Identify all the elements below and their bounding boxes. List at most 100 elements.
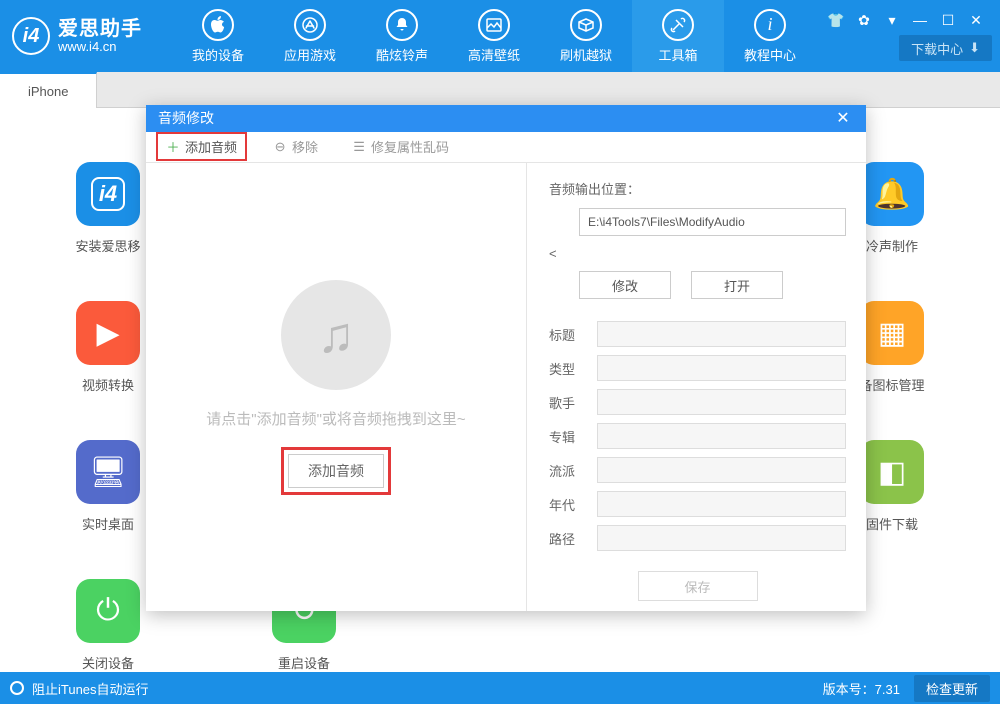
field-label: 专辑 (549, 427, 583, 446)
add-file-icon: ＋ (166, 140, 180, 154)
nav-tutorials[interactable]: i 教程中心 (724, 0, 816, 72)
status-indicator-icon (10, 681, 24, 695)
nav-label: 酷炫铃声 (376, 45, 428, 64)
nav-label: 高清壁纸 (468, 45, 520, 64)
field-label: 路径 (549, 529, 583, 548)
album-input[interactable] (597, 423, 846, 449)
minimize-icon[interactable]: — (910, 11, 930, 29)
remove-icon: ⊖ (273, 140, 287, 154)
field-label: 歌手 (549, 393, 583, 412)
modify-path-button[interactable]: 修改 (579, 271, 671, 299)
i4-icon: i4 (76, 162, 140, 226)
add-audio-label: 添加音频 (185, 137, 237, 156)
download-center-button[interactable]: 下载中心 ⬇ (899, 35, 992, 61)
nav-wallpapers[interactable]: 高清壁纸 (448, 0, 540, 72)
download-center-label: 下载中心 (911, 39, 963, 58)
cube-icon: ◧ (860, 440, 924, 504)
field-label: 年代 (549, 495, 583, 514)
dialog-title: 音频修改 (158, 108, 214, 128)
fix-icon: ☰ (352, 140, 366, 154)
info-icon: i (754, 9, 786, 41)
maximize-icon[interactable]: ☐ (938, 11, 958, 29)
output-buttons: 修改 打开 (579, 271, 846, 299)
tool-install[interactable]: i4 安装爱思移 (60, 162, 156, 255)
dialog-body: ♫ 请点击"添加音频"或将音频拖拽到这里~ 添加音频 音频输出位置： E:\i4… (146, 163, 866, 611)
window-controls: 👕 ✿ ▾ — ☐ ✕ (826, 11, 992, 29)
status-bar: 阻止iTunes自动运行 版本号：7.31 检查更新 (0, 672, 1000, 704)
main-nav: 我的设备 应用游戏 酷炫铃声 高清壁纸 刷机越狱 工具箱 i 教程中心 (172, 0, 816, 72)
type-input[interactable] (597, 355, 846, 381)
save-button[interactable]: 保存 (638, 571, 758, 601)
fix-encoding-button[interactable]: ☰ 修复属性乱码 (344, 134, 457, 159)
field-year: 年代 (549, 491, 846, 517)
remove-button[interactable]: ⊖ 移除 (265, 134, 326, 159)
path-input[interactable] (597, 525, 846, 551)
power-icon: ⏻ (76, 579, 140, 643)
tool-label: 备图标管理 (859, 375, 924, 394)
app-header: i4 爱思助手 www.i4.cn 我的设备 应用游戏 酷炫铃声 高清壁纸 刷机… (0, 0, 1000, 72)
open-path-button[interactable]: 打开 (691, 271, 783, 299)
tool-label: 冷声制作 (866, 236, 918, 255)
download-icon: ⬇ (969, 40, 980, 56)
header-right: 👕 ✿ ▾ — ☐ ✕ 下载中心 ⬇ (826, 11, 992, 61)
field-path: 路径 (549, 525, 846, 551)
nav-label: 我的设备 (192, 45, 244, 64)
field-label: 标题 (549, 325, 583, 344)
nav-ringtones[interactable]: 酷炫铃声 (356, 0, 448, 72)
app-logo: i4 爱思助手 www.i4.cn (12, 17, 142, 55)
output-section: 音频输出位置： E:\i4Tools7\Files\ModifyAudio < … (549, 179, 846, 299)
tab-iphone[interactable]: iPhone (0, 72, 97, 108)
nav-label: 刷机越狱 (560, 45, 612, 64)
nav-apps[interactable]: 应用游戏 (264, 0, 356, 72)
remove-label: 移除 (292, 137, 318, 156)
tool-label: 固件下载 (866, 514, 918, 533)
genre-input[interactable] (597, 457, 846, 483)
shirt-icon[interactable]: 👕 (826, 11, 846, 29)
form-area: 音频输出位置： E:\i4Tools7\Files\ModifyAudio < … (526, 163, 866, 611)
grid-icon: ▦ (860, 301, 924, 365)
tool-video-convert[interactable]: ▶ 视频转换 (60, 301, 156, 394)
play-icon: ▶ (76, 301, 140, 365)
drop-area[interactable]: ♫ 请点击"添加音频"或将音频拖拽到这里~ 添加音频 (146, 163, 526, 611)
dropdown-icon[interactable]: ▾ (882, 11, 902, 29)
close-icon[interactable]: ✕ (966, 11, 986, 29)
image-icon (478, 9, 510, 41)
nav-toolbox[interactable]: 工具箱 (632, 0, 724, 72)
logo-icon: i4 (12, 17, 50, 55)
version-text: 版本号：7.31 (823, 679, 900, 698)
tool-realtime-desktop[interactable]: 🖥 实时桌面 (60, 440, 156, 533)
settings-icon[interactable]: ✿ (854, 11, 874, 29)
tool-label: 重启设备 (278, 653, 330, 672)
tabs-bar: iPhone (0, 72, 1000, 108)
appstore-icon (294, 9, 326, 41)
dialog-titlebar: 音频修改 ✕ (146, 105, 866, 132)
add-audio-center-button[interactable]: 添加音频 (288, 454, 384, 488)
artist-input[interactable] (597, 389, 846, 415)
check-update-button[interactable]: 检查更新 (914, 675, 990, 702)
itunes-block-label[interactable]: 阻止iTunes自动运行 (32, 679, 149, 698)
box-icon (570, 9, 602, 41)
tool-label: 关闭设备 (82, 653, 134, 672)
nav-label: 工具箱 (658, 45, 697, 64)
output-label: 音频输出位置： (549, 179, 846, 198)
tool-shutdown[interactable]: ⏻ 关闭设备 (60, 579, 156, 672)
title-input[interactable] (597, 321, 846, 347)
logo-url: www.i4.cn (58, 40, 142, 54)
add-audio-highlight: 添加音频 (281, 447, 391, 495)
status-right: 版本号：7.31 检查更新 (823, 675, 990, 702)
apple-icon (202, 9, 234, 41)
field-artist: 歌手 (549, 389, 846, 415)
drop-hint-text: 请点击"添加音频"或将音频拖拽到这里~ (206, 408, 465, 429)
add-audio-button[interactable]: ＋ 添加音频 (156, 132, 247, 161)
bell-icon (386, 9, 418, 41)
nav-jailbreak[interactable]: 刷机越狱 (540, 0, 632, 72)
status-left: 阻止iTunes自动运行 (10, 679, 149, 698)
logo-title: 爱思助手 (58, 18, 142, 40)
dialog-close-button[interactable]: ✕ (832, 107, 854, 129)
field-title: 标题 (549, 321, 846, 347)
field-label: 类型 (549, 359, 583, 378)
nav-my-device[interactable]: 我的设备 (172, 0, 264, 72)
field-genre: 流派 (549, 457, 846, 483)
output-path-field[interactable]: E:\i4Tools7\Files\ModifyAudio (579, 208, 846, 236)
year-input[interactable] (597, 491, 846, 517)
